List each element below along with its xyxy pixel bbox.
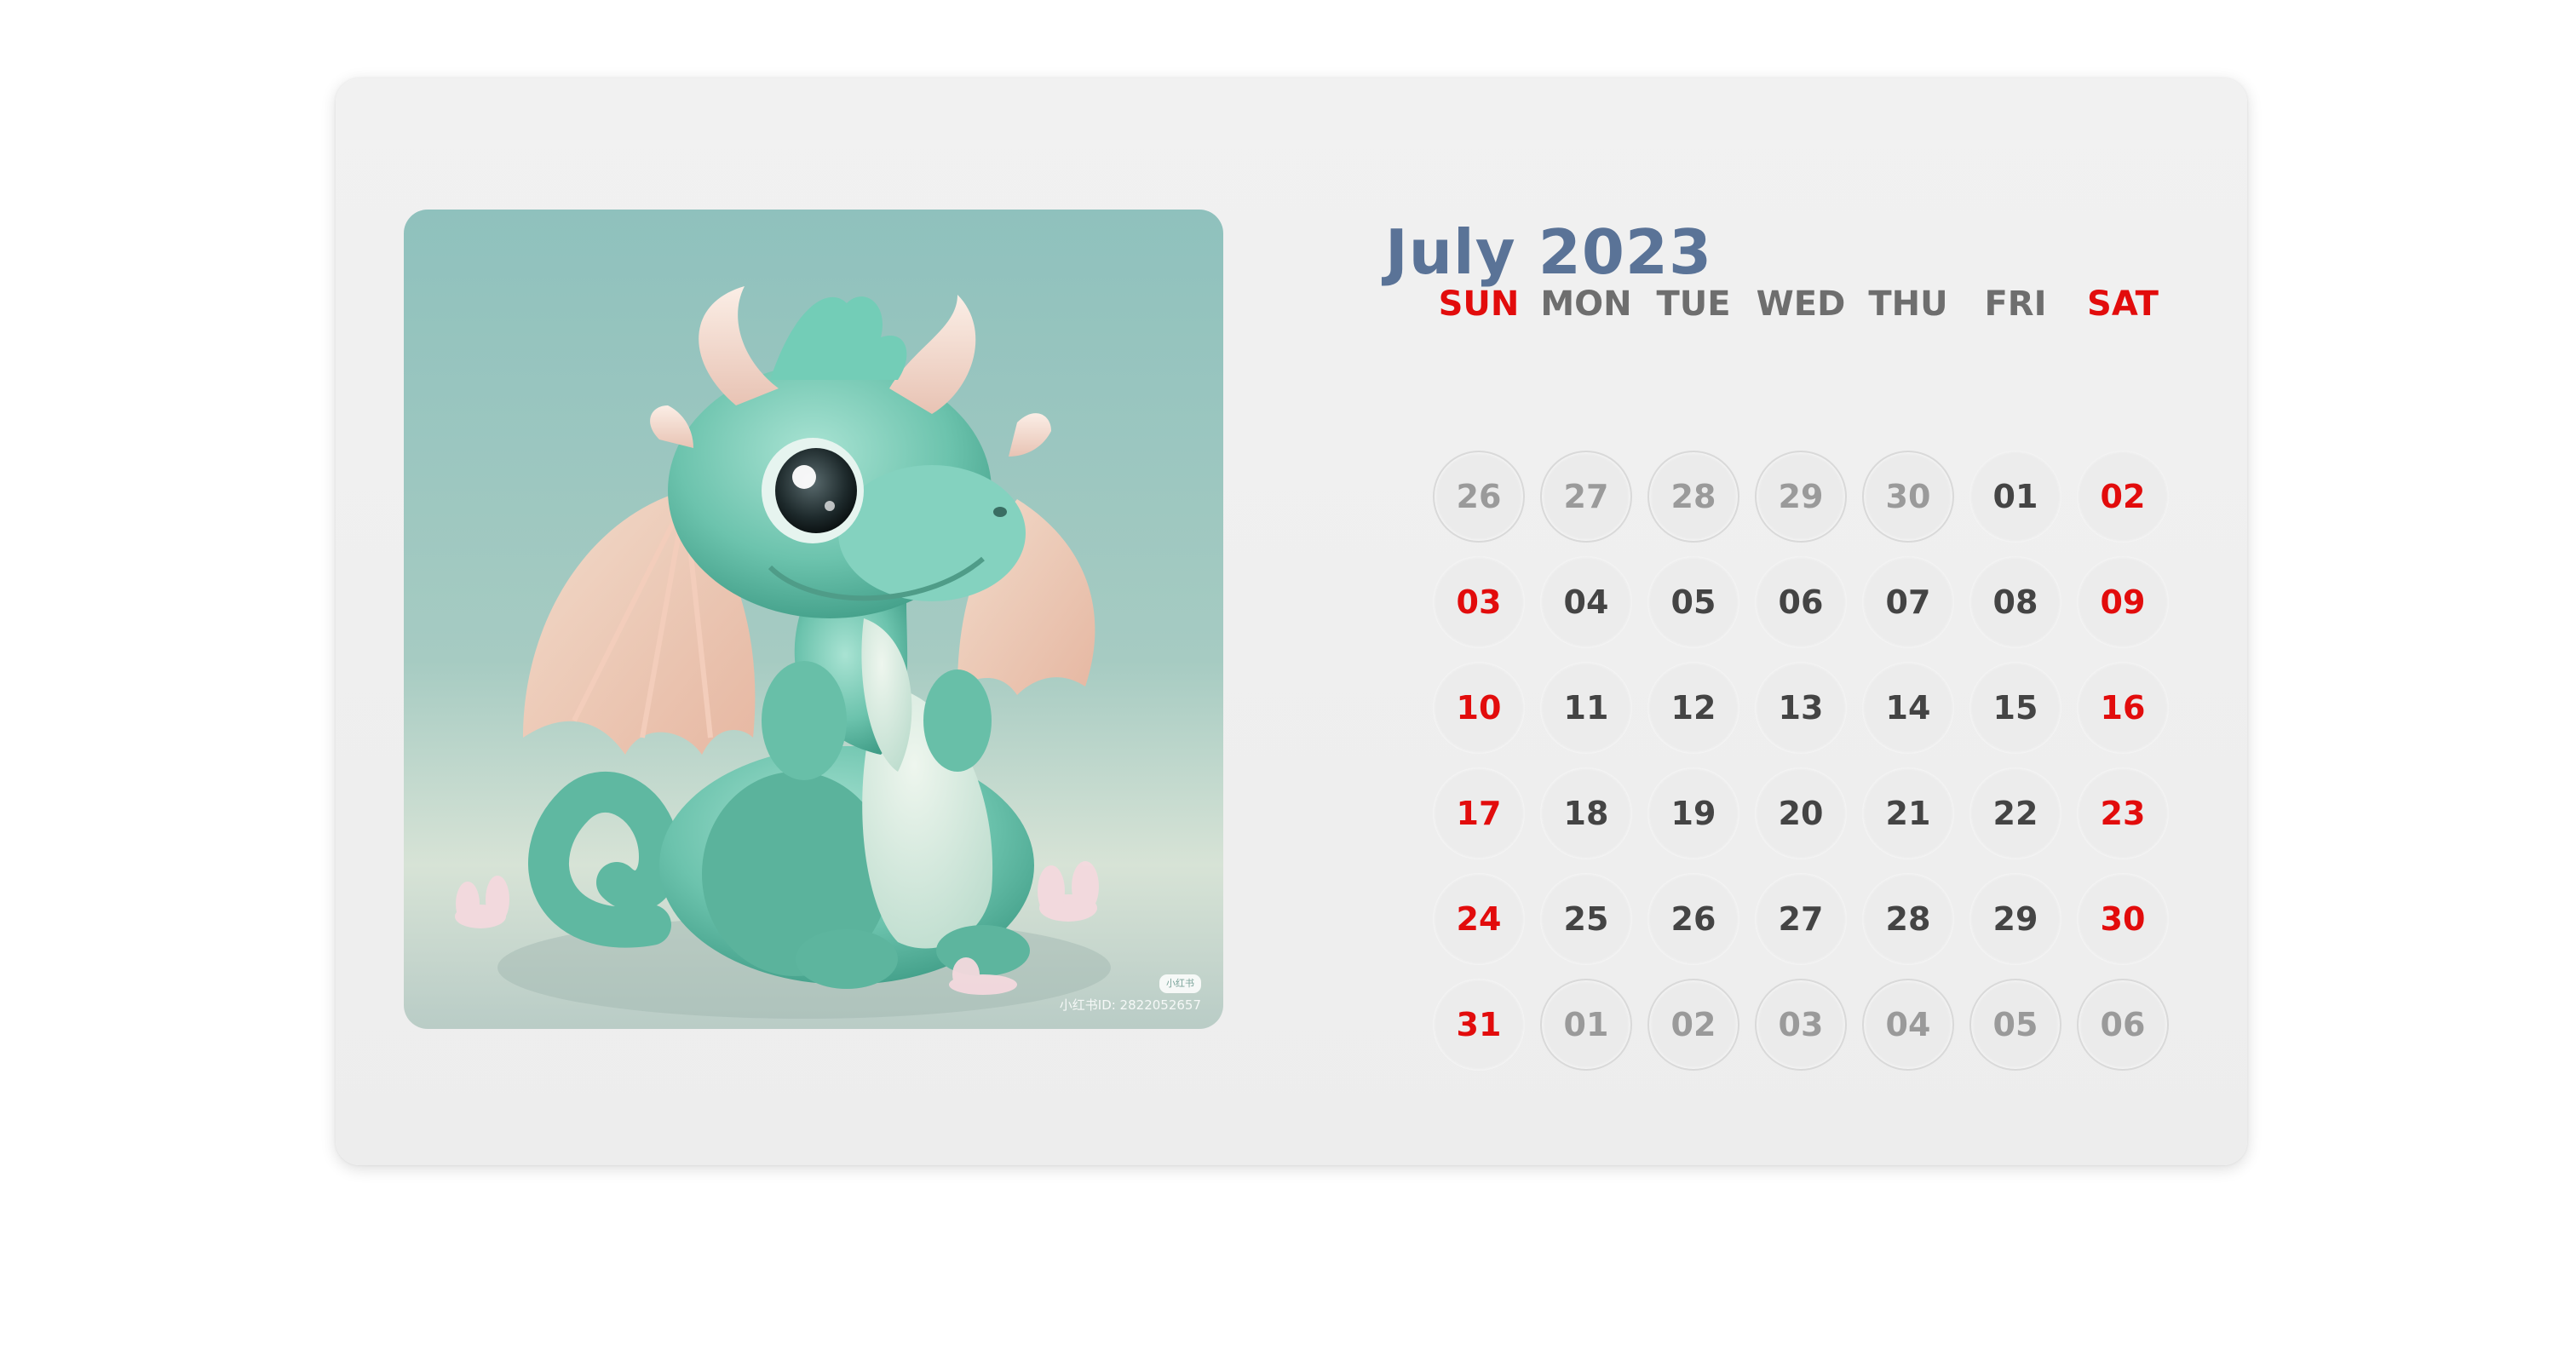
day-cell[interactable]: 04 <box>1540 556 1632 648</box>
day-cell[interactable]: 20 <box>1755 767 1847 859</box>
day-cell[interactable]: 17 <box>1433 767 1525 859</box>
day-cell[interactable]: 19 <box>1647 767 1739 859</box>
other-month-day-cell[interactable]: 05 <box>1969 979 2061 1071</box>
day-cell[interactable]: 02 <box>2077 451 2169 543</box>
weekday-header-row: SUN MON TUE WED THU FRI SAT <box>1046 284 2159 325</box>
other-month-day-cell[interactable]: 02 <box>1647 979 1739 1071</box>
dragon-illustration: 小红书 小红书ID: 2822052657 <box>404 210 1223 1029</box>
day-cell[interactable]: 30 <box>2077 873 2169 965</box>
other-month-day-cell[interactable]: 30 <box>1862 451 1954 543</box>
weekday-sat: SAT <box>2087 284 2159 324</box>
day-cell[interactable]: 15 <box>1969 662 2061 754</box>
day-cell[interactable]: 10 <box>1433 662 1525 754</box>
weekday-tue: TUE <box>1656 284 1731 324</box>
weekday-mon: MON <box>1540 284 1632 324</box>
other-month-day-cell[interactable]: 03 <box>1755 979 1847 1071</box>
day-cell[interactable]: 07 <box>1862 556 1954 648</box>
day-cell[interactable]: 05 <box>1647 556 1739 648</box>
day-cell[interactable]: 18 <box>1540 767 1632 859</box>
day-cell[interactable]: 23 <box>2077 767 2169 859</box>
day-cell[interactable]: 16 <box>2077 662 2169 754</box>
other-month-day-cell[interactable]: 01 <box>1540 979 1632 1071</box>
day-cell[interactable]: 22 <box>1969 767 2061 859</box>
other-month-day-cell[interactable]: 28 <box>1647 451 1739 543</box>
watermark: 小红书 小红书ID: 2822052657 <box>1060 974 1201 1014</box>
day-cell[interactable]: 28 <box>1862 873 1954 965</box>
dragon-image <box>404 210 1223 1029</box>
day-cell[interactable]: 13 <box>1755 662 1847 754</box>
day-cell[interactable]: 06 <box>1755 556 1847 648</box>
day-cell[interactable]: 31 <box>1433 979 1525 1071</box>
day-cell[interactable]: 24 <box>1433 873 1525 965</box>
day-cell[interactable]: 26 <box>1647 873 1739 965</box>
weekday-wed: WED <box>1756 284 1846 324</box>
day-cell[interactable]: 14 <box>1862 662 1954 754</box>
watermark-id: 小红书ID: 2822052657 <box>1059 997 1201 1013</box>
day-cell[interactable]: 11 <box>1540 662 1632 754</box>
other-month-day-cell[interactable]: 29 <box>1755 451 1847 543</box>
month-title: July 2023 <box>1385 216 1713 288</box>
day-cell[interactable]: 25 <box>1540 873 1632 965</box>
day-cell[interactable]: 27 <box>1755 873 1847 965</box>
day-cell[interactable]: 29 <box>1969 873 2061 965</box>
day-cell[interactable]: 03 <box>1433 556 1525 648</box>
other-month-day-cell[interactable]: 26 <box>1433 451 1525 543</box>
weekday-sun: SUN <box>1438 284 1520 324</box>
day-cell[interactable]: 09 <box>2077 556 2169 648</box>
other-month-day-cell[interactable]: 06 <box>2077 979 2169 1071</box>
day-cell[interactable]: 08 <box>1969 556 2061 648</box>
other-month-day-cell[interactable]: 27 <box>1540 451 1632 543</box>
weekday-fri: FRI <box>1984 284 2047 324</box>
day-cell[interactable]: 01 <box>1969 451 2061 543</box>
watermark-logo: 小红书 <box>1159 974 1201 993</box>
day-cell[interactable]: 12 <box>1647 662 1739 754</box>
other-month-day-cell[interactable]: 04 <box>1862 979 1954 1071</box>
calendar-card: 小红书 小红书ID: 2822052657 July 2023 <box>336 78 2247 1165</box>
day-cell[interactable]: 21 <box>1862 767 1954 859</box>
weekday-thu: THU <box>1868 284 1948 324</box>
